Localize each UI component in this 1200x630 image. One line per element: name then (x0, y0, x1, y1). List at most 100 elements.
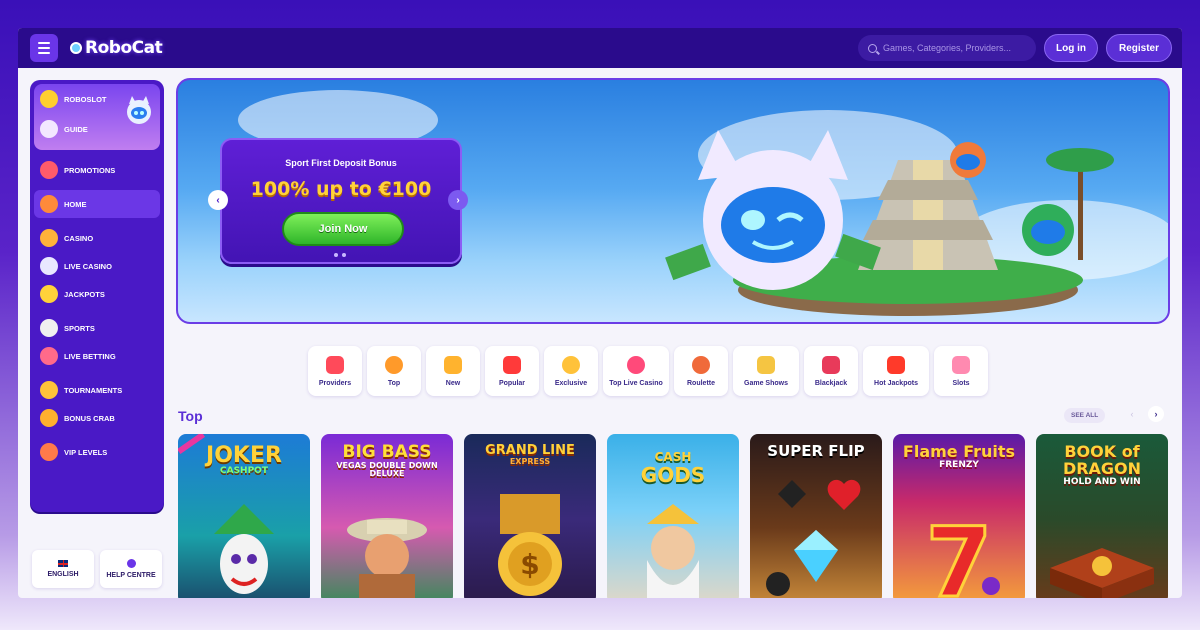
top-bar: RoboCat Log in Register (18, 28, 1182, 68)
row-prev-button[interactable]: ‹ (1124, 406, 1140, 422)
search-bar[interactable] (858, 35, 1036, 61)
game-row: JOKER CASHPOT BIG BASS VEGAS DOUBLE DOWN… (178, 434, 1168, 598)
login-button[interactable]: Log in (1044, 34, 1098, 62)
category-blackjack[interactable]: Blackjack (804, 346, 858, 396)
game-tile[interactable]: SUPER FLIP (750, 434, 882, 598)
live-betting-icon (40, 347, 58, 365)
bell-icon (444, 355, 462, 374)
sidebar-item-live-betting[interactable]: LIVE BETTING (34, 342, 160, 370)
carousel-prev-button[interactable]: ‹ (208, 190, 228, 210)
category-new[interactable]: New (426, 346, 480, 396)
robot-cat-icon (127, 96, 151, 124)
live-casino-chip-icon (627, 355, 645, 374)
game-title: SUPER FLIP (767, 442, 865, 460)
register-button[interactable]: Register (1106, 34, 1172, 62)
bonus-crab-icon (40, 409, 58, 427)
section-title: Top (178, 408, 203, 424)
seven-icon (887, 355, 905, 374)
sidebar: ROBOSLOT GUIDE PROMOTIONS HOME CASINO LI… (30, 80, 164, 512)
vip-icon (40, 443, 58, 461)
cards-icon (822, 355, 840, 374)
category-bar: Providers Top New Popular Exclusive Top … (308, 346, 988, 396)
help-label: HELP CENTRE (106, 572, 156, 579)
popular-star-icon (503, 355, 521, 374)
sidebar-item-bonus-crab[interactable]: BONUS CRAB (34, 404, 160, 432)
game-shows-icon (757, 355, 775, 374)
slots-icon (952, 355, 970, 374)
train-coin-art: $ (498, 494, 562, 596)
see-all-button[interactable]: SEE ALL (1064, 408, 1106, 423)
sidebar-item-label: LIVE CASINO (64, 261, 112, 271)
category-top-live-casino[interactable]: Top Live Casino (603, 346, 669, 396)
svg-text:$: $ (520, 548, 539, 581)
game-tile[interactable]: JOKER CASHPOT (178, 434, 310, 598)
help-centre-button[interactable]: HELP CENTRE (100, 550, 162, 588)
promo-subtitle: Sport First Deposit Bonus (285, 158, 397, 168)
logo-text: RoboCat (85, 38, 163, 58)
providers-icon (326, 355, 344, 374)
sidebar-item-label: BONUS CRAB (64, 413, 115, 423)
category-game-shows[interactable]: Game Shows (733, 346, 799, 396)
promo-card: Sport First Deposit Bonus 100% up to €10… (220, 138, 462, 264)
sidebar-item-vip-levels[interactable]: VIP LEVELS (34, 438, 160, 466)
game-title: GRAND LINE EXPRESS (485, 443, 575, 466)
search-icon (868, 43, 877, 53)
sidebar-item-label: LIVE BETTING (64, 351, 116, 361)
dragon-book-art (1050, 548, 1154, 598)
cards-suits-art (766, 479, 861, 596)
sidebar-item-sports[interactable]: SPORTS (34, 314, 160, 342)
joker-art (214, 504, 274, 594)
join-now-button[interactable]: Join Now (282, 212, 404, 246)
gift-icon (40, 161, 58, 179)
sidebar-item-label: HOME (64, 199, 87, 209)
sidebar-item-casino[interactable]: CASINO (34, 224, 160, 252)
seven-art: 7 (924, 506, 1000, 598)
category-hot-jackpots[interactable]: Hot Jackpots (863, 346, 929, 396)
logo-mark-icon (70, 42, 82, 54)
jackpot-icon (40, 285, 58, 303)
category-slots[interactable]: Slots (934, 346, 988, 396)
sidebar-item-jackpots[interactable]: JACKPOTS (34, 280, 160, 308)
carousel-dots[interactable] (334, 253, 346, 257)
row-next-button[interactable]: › (1148, 406, 1164, 422)
game-tile[interactable]: BOOK of DRAGON HOLD AND WIN (1036, 434, 1168, 598)
game-tile[interactable]: Flame Fruits FRENZY 7 (893, 434, 1025, 598)
casino-icon (40, 229, 58, 247)
sidebar-featured: ROBOSLOT GUIDE (34, 84, 160, 150)
trophy-icon (40, 381, 58, 399)
top-icon (385, 355, 403, 374)
sidebar-item-label: SPORTS (64, 323, 95, 333)
sidebar-item-tournaments[interactable]: TOURNAMENTS (34, 376, 160, 404)
category-roulette[interactable]: Roulette (674, 346, 728, 396)
language-selector[interactable]: ENGLISH (32, 550, 94, 588)
sports-icon (40, 319, 58, 337)
hero-illustration (665, 130, 1114, 316)
sidebar-item-promotions[interactable]: PROMOTIONS (34, 156, 160, 184)
app-frame: RoboCat Log in Register ROBOSLOT GUIDE (18, 28, 1182, 598)
game-tile[interactable]: GRAND LINE EXPRESS $ (464, 434, 596, 598)
logo[interactable]: RoboCat (70, 36, 163, 60)
game-tile[interactable]: CASH GODS (607, 434, 739, 598)
search-input[interactable] (883, 43, 1033, 53)
roulette-icon (692, 355, 710, 374)
sidebar-item-label: CASINO (64, 233, 94, 243)
promo-title: 100% up to €100 (250, 178, 432, 200)
roboslot-icon (40, 90, 58, 108)
sidebar-item-home[interactable]: HOME (34, 190, 160, 218)
sidebar-item-label: GUIDE (64, 124, 88, 134)
game-tile[interactable]: BIG BASS VEGAS DOUBLE DOWN DELUXE (321, 434, 453, 598)
category-popular[interactable]: Popular (485, 346, 539, 396)
sidebar-item-live-casino[interactable]: LIVE CASINO (34, 252, 160, 280)
category-providers[interactable]: Providers (308, 346, 362, 396)
live-casino-icon (40, 257, 58, 275)
game-title: JOKER CASHPOT (206, 443, 282, 477)
help-icon (126, 559, 136, 568)
category-exclusive[interactable]: Exclusive (544, 346, 598, 396)
exclusive-icon (562, 355, 580, 374)
carousel-next-button[interactable]: › (448, 190, 468, 210)
game-title: BOOK of DRAGON HOLD AND WIN (1062, 442, 1142, 487)
category-top[interactable]: Top (367, 346, 421, 396)
fisherman-art (347, 518, 427, 598)
home-icon (40, 195, 58, 213)
menu-icon[interactable] (30, 34, 58, 62)
